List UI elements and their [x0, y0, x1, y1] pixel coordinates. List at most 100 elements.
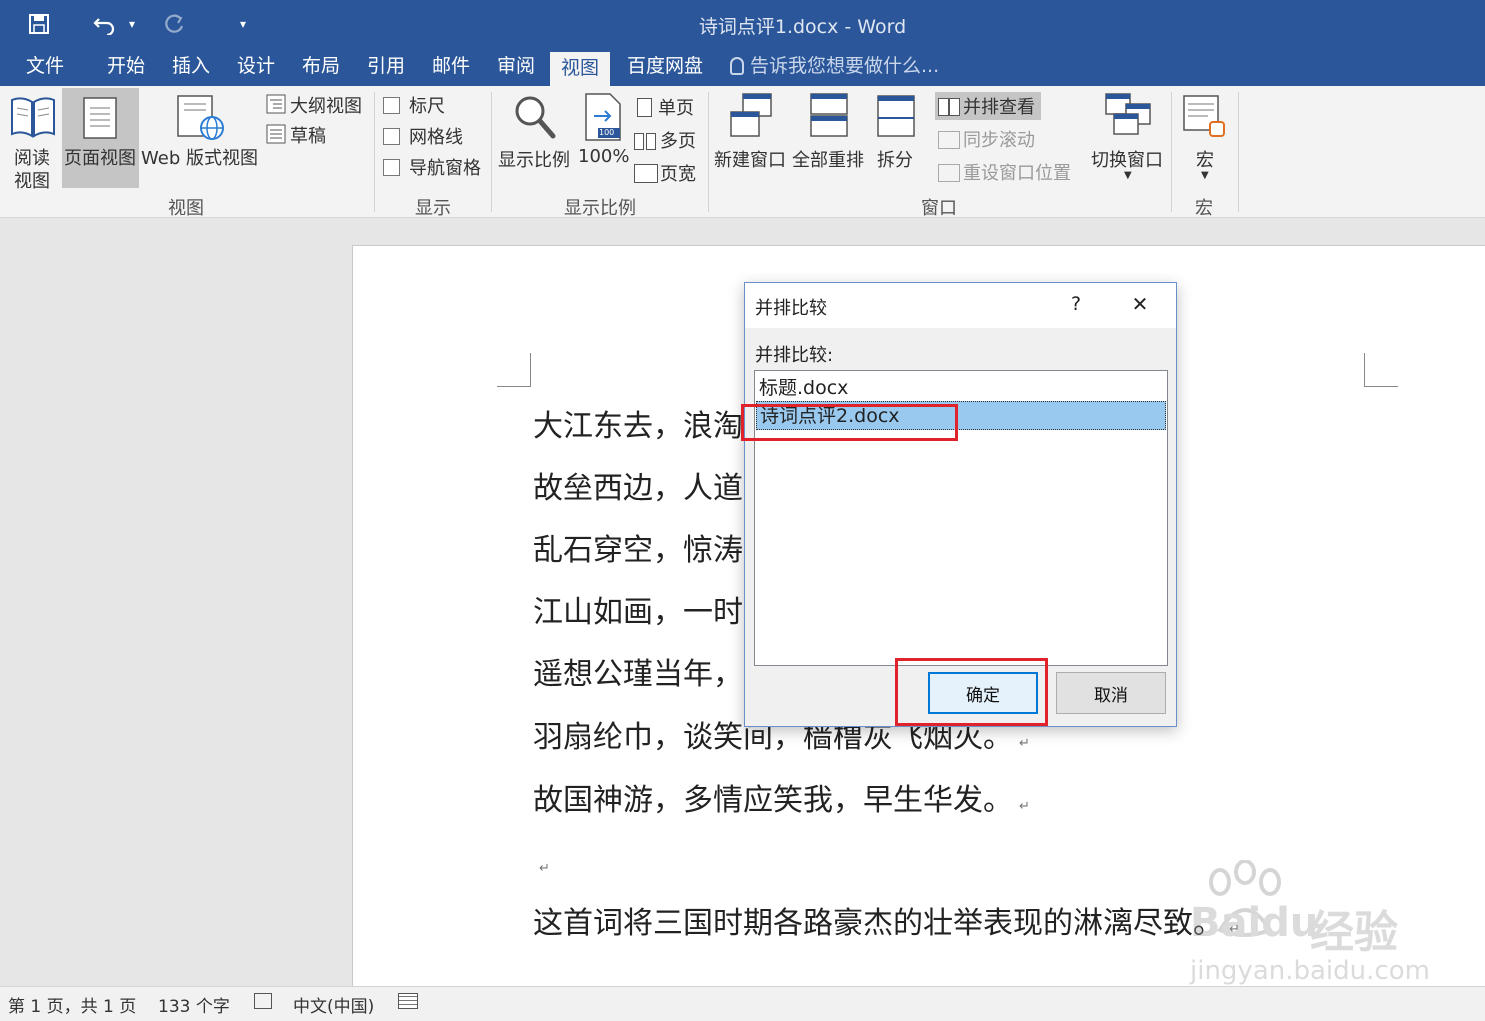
side-by-side-label: 并排查看 — [963, 97, 1035, 118]
tab-mailings[interactable]: 邮件 — [432, 50, 470, 86]
arrange-all-button[interactable]: 全部重排 — [791, 90, 867, 190]
line-text: 遥想公瑾当年， — [533, 657, 743, 692]
close-icon[interactable]: ✕ — [1127, 292, 1153, 316]
paragraph-mark: ↵ — [539, 861, 550, 876]
window-title: 诗词点评1.docx - Word — [698, 16, 907, 38]
tab-file[interactable]: 文件 — [26, 50, 64, 86]
help-icon[interactable]: ? — [1063, 293, 1089, 315]
zoom-group-label: 显示比例 — [564, 198, 636, 219]
document-line: 故国神游，多情应笑我，早生华发。 ↵ — [533, 775, 1030, 819]
tab-home[interactable]: 开始 — [107, 50, 145, 86]
macro-recording-icon[interactable] — [398, 992, 418, 1012]
draft-button[interactable]: 草稿 — [266, 122, 346, 148]
dialog-label: 并排比较: — [755, 345, 834, 366]
tab-references[interactable]: 引用 — [367, 50, 405, 86]
one-page-icon — [637, 98, 652, 117]
new-window-icon — [730, 93, 772, 137]
zoom-button[interactable]: 显示比例 — [497, 90, 573, 190]
watermark-product: 经验 — [1310, 907, 1398, 958]
zoom-100-button[interactable]: 100 100% — [576, 90, 630, 190]
separator — [374, 92, 375, 212]
watermark-brand-1: Bai — [1190, 900, 1262, 946]
side-by-side-icon — [938, 98, 960, 116]
outline-label: 大纲视图 — [290, 96, 362, 117]
macros-label: 宏 — [1196, 150, 1214, 171]
title-bar: ▾ ▾ 诗词点评1.docx - Word — [0, 0, 1485, 50]
tab-review[interactable]: 审阅 — [497, 50, 535, 86]
separator — [1171, 92, 1172, 212]
tab-insert[interactable]: 插入 — [172, 50, 210, 86]
one-page-button[interactable]: 单页 — [637, 94, 694, 120]
draft-icon — [266, 124, 286, 144]
ribbon: 阅读 视图 页面视图 Web 版式视图 大纲视图 草稿 视图 标尺 网格线 导航… — [0, 86, 1485, 219]
tab-view[interactable]: 视图 — [550, 50, 611, 86]
line-text: 乱石穿空，惊涛 — [533, 533, 743, 568]
read-mode-label-2: 视图 — [14, 171, 50, 192]
sync-scroll-icon — [938, 131, 960, 149]
gridlines-checkbox[interactable]: 网格线 — [383, 123, 463, 149]
document-line: 故垒西边，人道 — [533, 463, 743, 507]
cancel-button[interactable]: 取消 — [1056, 672, 1166, 714]
document-line: 大江东去，浪淘 — [533, 401, 743, 445]
web-layout-button[interactable]: Web 版式视图 — [141, 90, 261, 190]
line-text: 故垒西边，人道 — [533, 471, 743, 506]
print-layout-button[interactable]: 页面视图 — [62, 88, 139, 188]
crop-mark — [1364, 353, 1398, 387]
zoom-100-badge: 100 — [599, 128, 615, 137]
proofing-icon[interactable] — [254, 992, 272, 1012]
gridlines-label: 网格线 — [409, 127, 463, 148]
outline-button[interactable]: 大纲视图 — [266, 92, 366, 118]
web-layout-label: Web 版式视图 — [141, 148, 258, 169]
ruler-label: 标尺 — [409, 96, 445, 117]
split-icon — [877, 95, 915, 137]
baidu-jingyan-watermark: Baidu 经验 jingyan.baidu.com — [1190, 860, 1430, 990]
language[interactable]: 中文(中国) — [293, 992, 374, 1017]
synchronous-scrolling-button: 同步滚动 — [938, 126, 1035, 152]
navigation-pane-checkbox[interactable]: 导航窗格 — [383, 154, 481, 180]
document-line: ↵ — [533, 845, 550, 880]
document-line: 遥想公瑾当年， — [533, 649, 743, 693]
lightbulb-icon — [730, 57, 744, 75]
checkbox-icon — [383, 128, 400, 145]
sync-scroll-label: 同步滚动 — [963, 130, 1035, 151]
tell-me-text: 告诉我您想要做什么... — [750, 55, 940, 77]
line-text: 江山如画，一时 — [533, 595, 743, 630]
tab-layout[interactable]: 布局 — [302, 50, 340, 86]
magnifier-icon — [515, 96, 556, 139]
arrange-all-icon — [810, 93, 848, 137]
list-item[interactable]: 标题.docx — [756, 374, 1166, 403]
page-width-button[interactable]: 页宽 — [634, 160, 696, 186]
watermark-brand: Baidu — [1190, 900, 1318, 946]
watermark-url: jingyan.baidu.com — [1190, 956, 1430, 986]
page-count[interactable]: 第 1 页，共 1 页 — [8, 992, 136, 1017]
reset-position-icon — [938, 164, 960, 182]
tell-me-box[interactable]: 告诉我您想要做什么... — [730, 50, 939, 86]
show-group-label: 显示 — [415, 198, 451, 219]
draft-label: 草稿 — [290, 126, 326, 147]
macros-group-label: 宏 — [1195, 198, 1213, 219]
view-side-by-side-button[interactable]: 并排查看 — [935, 92, 1041, 120]
new-window-button[interactable]: 新建窗口 — [713, 90, 789, 190]
multiple-pages-button[interactable]: 多页 — [634, 127, 696, 153]
ruler-checkbox[interactable]: 标尺 — [383, 92, 445, 118]
line-text: 大江东去，浪淘 — [533, 409, 743, 444]
read-mode-button[interactable]: 阅读 视图 — [6, 90, 60, 192]
tab-baidu-netdisk[interactable]: 百度网盘 — [627, 50, 703, 86]
zoom-label: 显示比例 — [498, 150, 570, 171]
checkbox-icon — [383, 97, 400, 114]
switch-windows-label: 切换窗口 — [1091, 150, 1163, 171]
tab-design[interactable]: 设计 — [237, 50, 275, 86]
reset-position-label: 重设窗口位置 — [963, 163, 1071, 184]
line-text: 这首词将三国时期各路豪杰的壮举表现的淋漓尽致。 — [533, 906, 1223, 941]
split-button[interactable]: 拆分 — [870, 90, 924, 190]
separator — [1238, 92, 1239, 212]
outline-icon — [266, 94, 286, 114]
switch-windows-button[interactable]: 切换窗口 ▼ — [1088, 90, 1168, 190]
word-count[interactable]: 133 个字 — [158, 992, 230, 1017]
multiple-pages-icon-2 — [646, 133, 656, 150]
switch-windows-icon — [1105, 93, 1151, 135]
reset-window-position-button: 重设窗口位置 — [938, 159, 1071, 185]
views-group-label: 视图 — [168, 198, 204, 219]
macros-button[interactable]: 宏 ▼ — [1176, 90, 1234, 190]
page-icon — [83, 97, 117, 139]
